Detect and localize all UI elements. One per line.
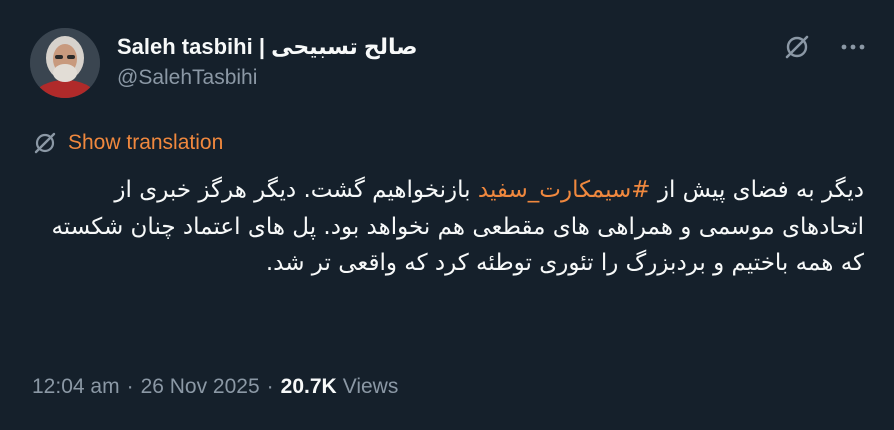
tweet-time[interactable]: 12:04 am <box>32 375 120 399</box>
show-translation-button[interactable]: Show translation <box>32 130 223 156</box>
tweet-meta: 12:04 am · 26 Nov 2025 · 20.7K Views <box>32 375 398 399</box>
views-count[interactable]: 20.7K <box>281 375 337 399</box>
tweet-actions <box>780 30 870 64</box>
author-avatar[interactable] <box>30 28 100 98</box>
author-info: Saleh tasbihi | صالح تسبیحی @SalehTasbih… <box>117 33 418 90</box>
tweet-date[interactable]: 26 Nov 2025 <box>141 375 260 399</box>
avatar-image <box>30 28 100 98</box>
more-dots-icon[interactable] <box>836 30 870 64</box>
views-label: Views <box>342 375 399 398</box>
meta-separator: · <box>126 375 134 398</box>
hashtag-link[interactable]: #سیمکارت_سفید <box>478 177 651 203</box>
tweet-text-before: دیگر به فضای پیش از <box>650 177 864 203</box>
author-display-name[interactable]: Saleh tasbihi | صالح تسبیحی <box>117 34 418 60</box>
tweet-card: Saleh tasbihi | صالح تسبیحی @SalehTasbih… <box>0 0 894 430</box>
grok-slash-icon[interactable] <box>780 30 814 64</box>
meta-separator-2: · <box>266 375 274 398</box>
show-translation-label: Show translation <box>68 131 224 154</box>
tweet-text: دیگر به فضای پیش از #سیمکارت_سفید بازنخو… <box>30 172 864 282</box>
author-handle[interactable]: @SalehTasbihi <box>117 66 418 90</box>
translate-slash-icon <box>34 132 56 154</box>
